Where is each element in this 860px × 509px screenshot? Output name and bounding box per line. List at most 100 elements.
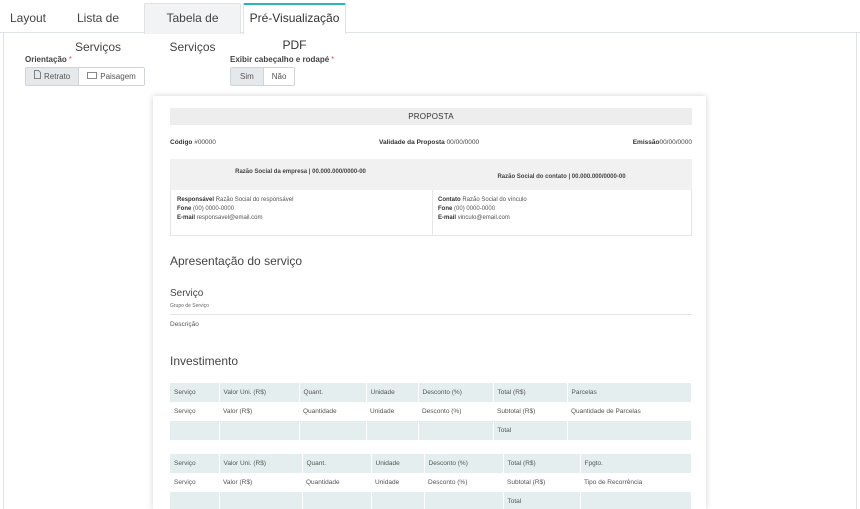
table-header-cell: Total (R$) [493, 383, 568, 402]
table-cell: Desconto (%) [424, 473, 503, 492]
table-row: Serviço Valor (R$) Quantidade Unidade De… [170, 402, 692, 421]
company-details: Responsável Razão Social do responsável … [177, 196, 293, 223]
tab-bar: Layout Lista de Serviços Tabela de Servi… [0, 0, 860, 54]
table-header-cell: Parcelas [567, 383, 692, 402]
contact-header: Razão Social do contato | 00.000.000/000… [497, 173, 626, 180]
investment-table-installments: Serviço Valor Uni. (R$) Quant. Unidade D… [170, 383, 692, 440]
company-phone-label: Fone [177, 206, 192, 212]
no-button[interactable]: Não [262, 68, 295, 85]
resp-value: Razão Social do responsável [215, 197, 294, 203]
table-header-cell: Desconto (%) [424, 454, 504, 473]
table-cell [371, 492, 425, 509]
table-header-cell: Desconto (%) [418, 383, 494, 402]
table-cell [219, 421, 300, 440]
code-label: Código [170, 139, 193, 146]
table-cell: Unidade [371, 473, 424, 492]
table-header-cell: Unidade [371, 454, 425, 473]
table-total-row: Total [170, 492, 692, 509]
required-mark: * [331, 55, 335, 64]
no-label: Não [271, 72, 287, 81]
details-divider [432, 190, 433, 236]
table-cell [299, 421, 367, 440]
table-cell: Subtotal (R$) [493, 402, 567, 421]
table-cell: Valor (R$) [219, 473, 302, 492]
table-cell [219, 492, 303, 509]
investment-title: Investimento [170, 354, 239, 368]
resp-label: Responsável [177, 197, 215, 203]
table-cell [170, 421, 220, 440]
table-cell: Quantidade de Parcelas [567, 402, 692, 421]
contact-label: Contato [438, 197, 461, 203]
orientation-label: Orientação * [25, 55, 72, 64]
company-header: Razão Social da empresa | 00.000.000/000… [235, 168, 366, 175]
total-label: Total [493, 421, 568, 440]
table-cell [418, 421, 494, 440]
table-cell: Quantidade [302, 473, 371, 492]
table-cell [170, 492, 220, 509]
proposal-issue-date: Emissão00/00/0000 [633, 139, 692, 146]
investment-table-recurrence: Serviço Valor Uni. (R$) Quant. Unidade D… [170, 454, 692, 509]
landscape-label: Paisagem [100, 72, 136, 81]
company-phone-value: (00) 0000-0000 [193, 206, 235, 212]
table-cell: Quantidade [299, 402, 366, 421]
pdf-title: PROPOSTA [170, 108, 692, 125]
portrait-button[interactable]: Retrato [26, 68, 79, 85]
contact-value: Razão Social do vínculo [462, 197, 527, 203]
parties-header: Razão Social da empresa | 00.000.000/000… [170, 159, 692, 190]
table-cell: Unidade [366, 402, 418, 421]
table-cell: Valor (R$) [219, 402, 299, 421]
tab-tabela-de-servicos[interactable]: Tabela de Serviços [144, 3, 241, 54]
portrait-page-icon [34, 68, 41, 85]
table-total-row: Total [170, 421, 692, 440]
header-footer-label: Exibir cabeçalho e rodapé * [230, 55, 334, 64]
table-header-cell: Serviço [170, 383, 220, 402]
table-cell [567, 421, 692, 440]
required-mark: * [68, 55, 72, 64]
issue-label: Emissão [632, 139, 660, 146]
table-header-cell: Quant. [302, 454, 372, 473]
company-email-label: E-mail [177, 215, 196, 221]
service-description: Descrição [170, 321, 199, 328]
contact-email-value: vinculo@email.com [457, 215, 510, 221]
table-header-cell: Quant. [299, 383, 367, 402]
parties-details: Responsável Razão Social do responsável … [170, 190, 692, 236]
table-header-cell: Serviço [170, 454, 220, 473]
portrait-label: Retrato [44, 72, 71, 81]
table-cell: Serviço [170, 473, 219, 492]
table-cell: Subtotal (R$) [503, 473, 580, 492]
proposal-validity: Validade da Proposta 00/00/0000 [379, 139, 479, 146]
table-header-row: Serviço Valor Uni. (R$) Quant. Unidade D… [170, 454, 692, 473]
table-cell [366, 421, 419, 440]
tab-pre-visualizacao-pdf[interactable]: Pré-Visualização PDF [243, 3, 346, 52]
table-header-cell: Valor Uni. (R$) [219, 454, 303, 473]
validity-value: 00/00/0000 [446, 139, 480, 146]
tab-lista-de-servicos[interactable]: Lista de Serviços [58, 3, 138, 54]
issue-value: 00/00/0000 [659, 139, 692, 146]
header-footer-toggle: Sim Não [230, 67, 296, 86]
landscape-button[interactable]: Paisagem [78, 68, 144, 85]
tab-layout[interactable]: Layout [6, 3, 50, 34]
header-footer-label-text: Exibir cabeçalho e rodapé [230, 55, 330, 64]
contact-phone-label: Fone [438, 206, 453, 212]
service-divider [170, 314, 692, 315]
table-cell [302, 492, 372, 509]
code-value: #00000 [194, 139, 216, 146]
table-cell: Tipo de Recorrência [580, 473, 692, 492]
table-header-cell: Total (R$) [503, 454, 581, 473]
orientation-toggle: Retrato Paisagem [25, 67, 145, 86]
pdf-preview-sheet[interactable]: PROPOSTA Código #00000 Validade da Propo… [153, 96, 706, 509]
validity-label: Validade da Proposta [379, 139, 445, 146]
table-header-cell: Fpgto. [580, 454, 692, 473]
proposal-code: Código #00000 [170, 139, 216, 146]
yes-button[interactable]: Sim [231, 68, 263, 85]
contact-details: Contato Razão Social do vínculo Fone (00… [438, 196, 527, 223]
orientation-label-text: Orientação [25, 55, 67, 64]
table-header-cell: Valor Uni. (R$) [219, 383, 300, 402]
service-group: Grupo de Serviço [170, 303, 209, 309]
table-row: Serviço Valor (R$) Quantidade Unidade De… [170, 473, 692, 492]
contact-email-label: E-mail [438, 215, 457, 221]
table-cell [424, 492, 504, 509]
landscape-page-icon [87, 68, 98, 85]
presentation-title: Apresentação do serviço [170, 254, 303, 268]
total-label: Total [503, 492, 581, 509]
